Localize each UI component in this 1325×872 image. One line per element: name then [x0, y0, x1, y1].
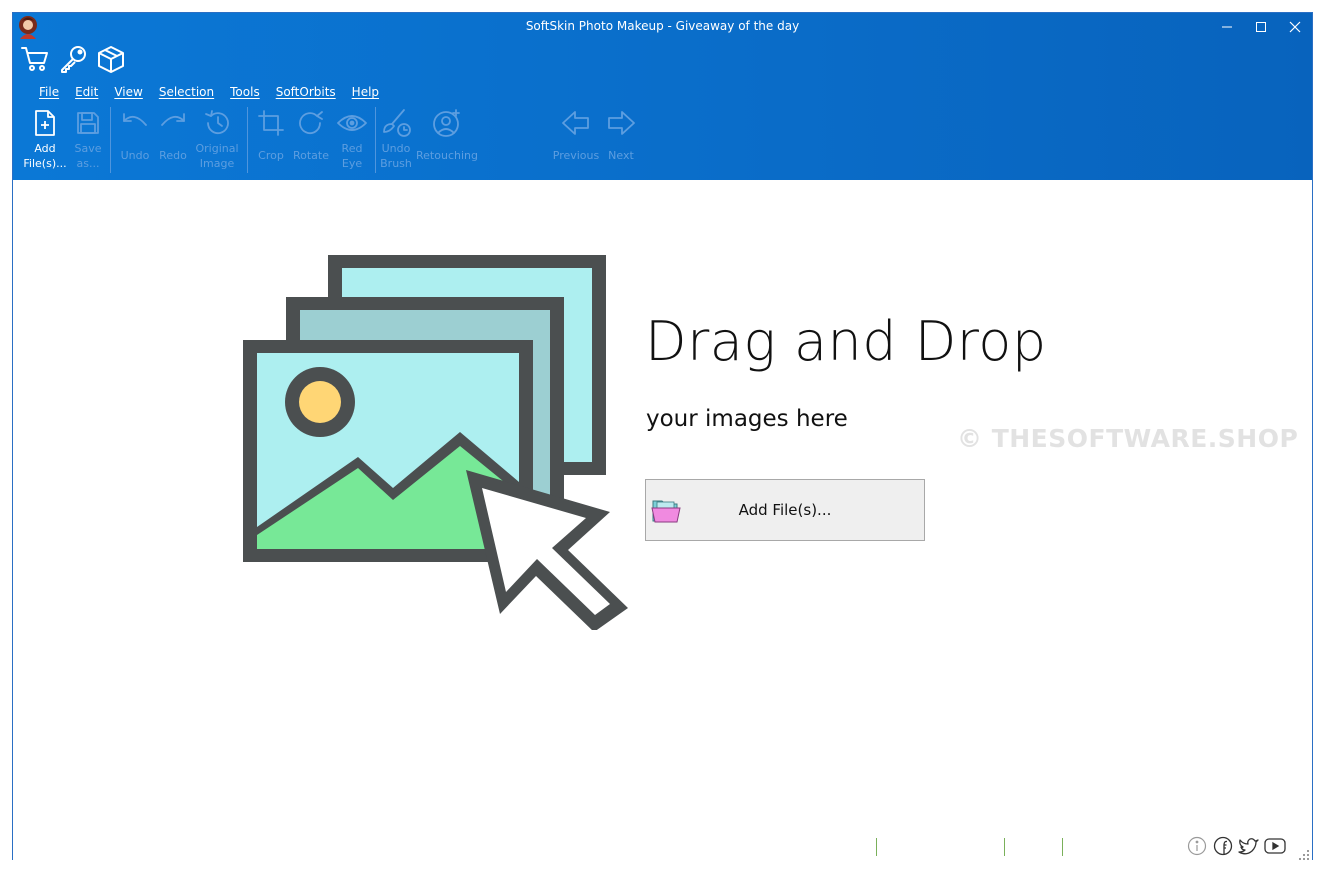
add-file-icon — [33, 105, 57, 141]
brush-icon — [380, 105, 412, 141]
twitter-icon[interactable] — [1238, 835, 1260, 857]
cart-icon[interactable] — [19, 43, 51, 75]
previous-button[interactable]: Previous — [551, 105, 601, 177]
retouching-icon — [432, 105, 462, 141]
menu-help[interactable]: Help — [344, 83, 387, 101]
add-files-label: Add File(s)... — [23, 142, 67, 170]
rotate-button[interactable]: Rotate — [291, 105, 331, 177]
redo-icon — [158, 105, 188, 141]
menu-softorbits[interactable]: SoftOrbits — [268, 83, 344, 101]
toolbar-separator — [110, 107, 111, 173]
package-icon[interactable] — [95, 43, 127, 75]
drag-drop-illustration — [238, 250, 628, 632]
rotate-label: Rotate — [292, 149, 329, 162]
add-files-button-label: Add File(s)... — [738, 501, 832, 519]
redo-label: Redo — [159, 149, 187, 162]
drop-subtitle: your images here — [646, 406, 848, 432]
menu-file[interactable]: File — [31, 83, 67, 101]
save-as-button[interactable]: Save as... — [71, 105, 105, 177]
social-links — [1186, 835, 1286, 857]
app-window: SoftSkin Photo Makeup - Giveaway of the … — [12, 12, 1313, 860]
status-separator — [1062, 838, 1063, 856]
window-title: SoftSkin Photo Makeup - Giveaway of the … — [525, 19, 800, 33]
menu-selection[interactable]: Selection — [151, 83, 222, 101]
original-image-button[interactable]: Original Image — [193, 105, 241, 177]
window-controls — [1210, 13, 1312, 41]
quick-access-bar — [19, 43, 127, 75]
menu-bar: File Edit View Selection Tools SoftOrbit… — [31, 83, 387, 101]
crop-icon — [258, 105, 284, 141]
undo-brush-label: Undo Brush — [380, 142, 412, 170]
original-image-label: Original Image — [195, 142, 239, 170]
menu-edit[interactable]: Edit — [67, 83, 106, 101]
next-button[interactable]: Next — [603, 105, 639, 177]
arrow-right-icon — [606, 105, 636, 141]
save-as-label: Save as... — [74, 142, 102, 170]
status-bar — [13, 834, 1312, 860]
ribbon-header: SoftSkin Photo Makeup - Giveaway of the … — [13, 13, 1312, 180]
toolbar-separator — [375, 107, 376, 173]
menu-view[interactable]: View — [106, 83, 150, 101]
add-files-toolbar-button[interactable]: Add File(s)... — [23, 105, 67, 177]
watermark: © THESOFTWARE.SHOP — [957, 424, 1299, 453]
resize-grip[interactable] — [1298, 846, 1310, 860]
undo-icon — [120, 105, 150, 141]
retouching-button[interactable]: Retouching — [415, 105, 479, 177]
undo-button[interactable]: Undo — [117, 105, 153, 177]
save-icon — [76, 105, 100, 141]
status-separator — [1004, 838, 1005, 856]
undo-label: Undo — [120, 149, 150, 162]
maximize-button[interactable] — [1244, 13, 1278, 41]
crop-button[interactable]: Crop — [253, 105, 289, 177]
red-eye-button[interactable]: Red Eye — [333, 105, 371, 177]
status-separator — [876, 838, 877, 856]
toolbar-separator — [247, 107, 248, 173]
minimize-button[interactable] — [1210, 13, 1244, 41]
toolbar: Add File(s)... Save as... Undo Redo Orig… — [21, 105, 1301, 177]
red-eye-label: Red Eye — [341, 142, 363, 170]
history-icon — [203, 105, 231, 141]
next-label: Next — [608, 149, 634, 162]
menu-tools[interactable]: Tools — [222, 83, 268, 101]
eye-icon — [337, 105, 367, 141]
rotate-icon — [297, 105, 325, 141]
key-icon[interactable] — [57, 43, 89, 75]
youtube-icon[interactable] — [1264, 835, 1286, 857]
info-icon[interactable] — [1186, 835, 1208, 857]
crop-label: Crop — [258, 149, 284, 162]
arrow-left-icon — [561, 105, 591, 141]
facebook-icon[interactable] — [1212, 835, 1234, 857]
retouching-label: Retouching — [416, 149, 478, 162]
add-files-button[interactable]: Add File(s)... — [645, 479, 925, 541]
previous-label: Previous — [552, 149, 600, 162]
drop-area[interactable]: Drag and Drop your images here © THESOFT… — [13, 180, 1312, 860]
drop-title: Drag and Drop — [645, 310, 1047, 373]
redo-button[interactable]: Redo — [155, 105, 191, 177]
undo-brush-button[interactable]: Undo Brush — [377, 105, 415, 177]
close-button[interactable] — [1278, 13, 1312, 41]
